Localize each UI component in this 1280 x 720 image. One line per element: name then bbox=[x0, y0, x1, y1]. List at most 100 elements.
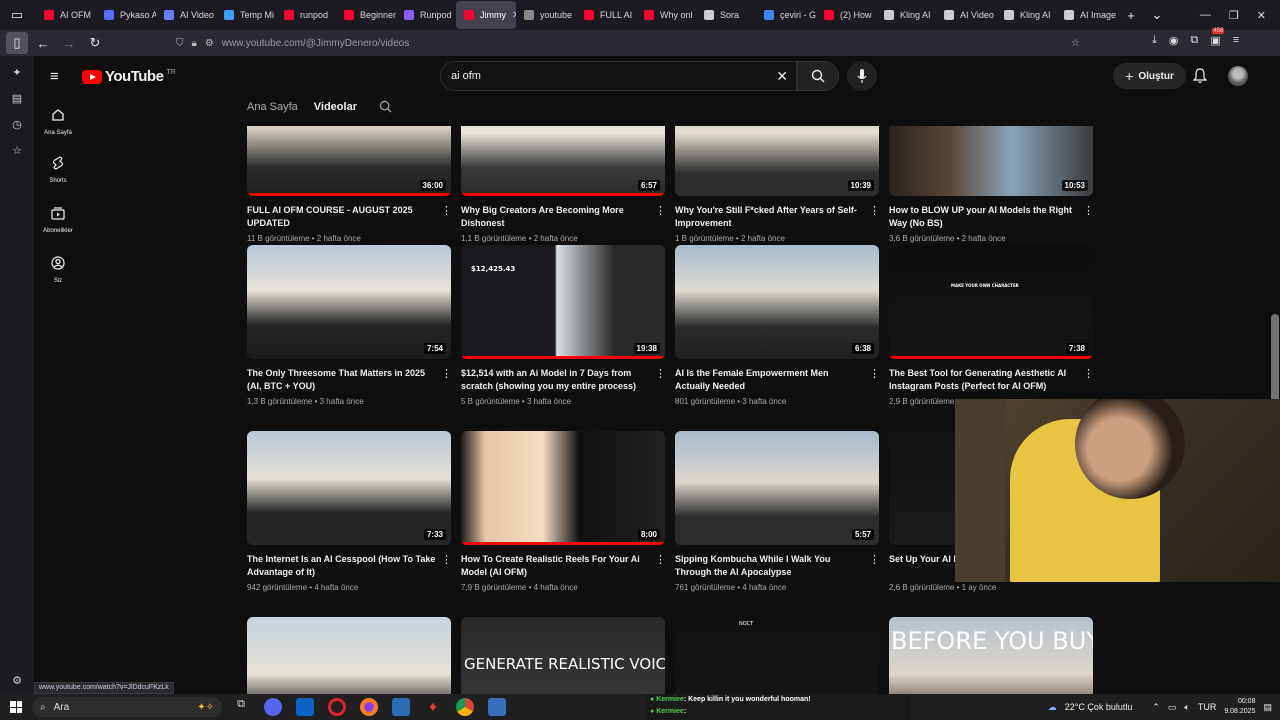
outlook-icon[interactable] bbox=[296, 698, 314, 716]
calculator-icon[interactable] bbox=[488, 698, 506, 716]
language-indicator[interactable]: TUR bbox=[1198, 702, 1217, 712]
lock-icon[interactable]: 🔒︎ bbox=[192, 38, 197, 49]
more-actions-icon[interactable]: ⋮ bbox=[1083, 367, 1094, 381]
browser-tab[interactable]: çeviri - G bbox=[756, 1, 816, 29]
back-icon[interactable]: ← bbox=[32, 32, 54, 54]
video-card[interactable]: 7:54 The Only Threesome That Matters in 2… bbox=[247, 245, 452, 406]
video-title[interactable]: $12,514 with an Ai Model in 7 Days from … bbox=[461, 367, 651, 393]
ai-chat-icon[interactable]: ✦ bbox=[9, 64, 25, 80]
discord-icon[interactable] bbox=[264, 698, 282, 716]
guide-item-abonelikler[interactable]: Abonelikler bbox=[34, 206, 82, 234]
video-thumbnail[interactable]: 10:53 bbox=[889, 126, 1093, 196]
url-bar[interactable]: ⛉ 🔒︎ ⚙︎ www.youtube.com/@JimmyDenero/vid… bbox=[176, 33, 1080, 53]
browser-tab[interactable]: Runpod bbox=[396, 1, 456, 29]
weather-text[interactable]: 22°C Çok bulutlu bbox=[1065, 702, 1133, 712]
video-title[interactable]: The Internet Is an AI Cesspool (How To T… bbox=[247, 553, 437, 579]
shield-icon[interactable]: ⛉ bbox=[176, 38, 184, 49]
more-actions-icon[interactable]: ⋮ bbox=[441, 367, 452, 381]
video-card[interactable]: MAKE YOUR OWN CHARACTER 7:38 The Best Tool… bbox=[889, 245, 1094, 406]
guide-item-siz[interactable]: Siz bbox=[34, 256, 82, 284]
guide-item-shorts[interactable]: Shorts bbox=[34, 156, 82, 184]
video-card[interactable] bbox=[247, 617, 451, 694]
video-card[interactable]: 6:38 AI Is the Female Empowerment Men Act… bbox=[675, 245, 880, 406]
synced-tabs-icon[interactable]: ▤ bbox=[9, 90, 25, 106]
tab-videos[interactable]: Videolar bbox=[314, 101, 357, 113]
browser-tab[interactable]: (2) How bbox=[816, 1, 876, 29]
account-icon[interactable]: ◉ bbox=[1169, 34, 1179, 47]
customize-icon[interactable]: ⚙ bbox=[9, 672, 25, 688]
channel-search-icon[interactable] bbox=[379, 100, 392, 113]
forward-icon[interactable]: → bbox=[58, 32, 80, 54]
page-settings-icon[interactable]: ⚙︎ bbox=[205, 38, 214, 49]
bookmark-star-icon[interactable]: ☆ bbox=[1071, 38, 1080, 49]
more-actions-icon[interactable]: ⋮ bbox=[869, 367, 880, 381]
video-card[interactable]: NOCT bbox=[675, 617, 879, 694]
voice-search-button[interactable] bbox=[847, 61, 877, 91]
app-window-icon[interactable] bbox=[392, 698, 410, 716]
browser-tab[interactable]: Jimmy✕ bbox=[456, 1, 516, 29]
bookmarks-icon[interactable]: ☆ bbox=[9, 142, 25, 158]
browser-tab[interactable]: Temp Mi bbox=[216, 1, 276, 29]
browser-tab[interactable]: FULL AI bbox=[576, 1, 636, 29]
downloads-icon[interactable]: ⤓ bbox=[1152, 34, 1157, 47]
menu-icon[interactable]: ≡ bbox=[1233, 34, 1239, 47]
tray-chevron-icon[interactable]: ⌃ bbox=[1152, 702, 1160, 713]
create-button[interactable]: + Oluştur bbox=[1113, 63, 1186, 89]
browser-tab[interactable]: Kling AI bbox=[876, 1, 936, 29]
video-card[interactable]: 6:57 Why Big Creators Are Becoming More D… bbox=[461, 126, 666, 243]
video-thumbnail[interactable]: NOCT bbox=[675, 617, 879, 694]
reload-icon[interactable]: ↻ bbox=[84, 32, 106, 54]
video-card[interactable]: 8:00 How To Create Realistic Reels For Yo… bbox=[461, 431, 666, 592]
search-button[interactable] bbox=[797, 61, 839, 91]
video-card[interactable]: 5:57 Sipping Kombucha While I Walk You Th… bbox=[675, 431, 880, 592]
video-thumbnail[interactable] bbox=[247, 617, 451, 694]
more-actions-icon[interactable]: ⋮ bbox=[655, 204, 666, 218]
search-input[interactable]: ai ofm ✕ bbox=[440, 61, 797, 91]
firefox-icon[interactable] bbox=[360, 698, 378, 716]
video-title[interactable]: AI Is the Female Empowerment Men Actuall… bbox=[675, 367, 865, 393]
video-thumbnail[interactable]: AI OFM FULL COURSE36:00 bbox=[247, 126, 451, 196]
more-actions-icon[interactable]: ⋮ bbox=[869, 204, 880, 218]
extension-badge[interactable]: ▣ 458 bbox=[1210, 28, 1225, 47]
video-title[interactable]: Why You're Still F*cked After Years of S… bbox=[675, 204, 865, 230]
browser-tab[interactable]: AI Video bbox=[156, 1, 216, 29]
taskbar-search[interactable]: ⌕ Ara ✦✧ bbox=[32, 697, 222, 717]
notifications-icon[interactable]: ▤ bbox=[1263, 702, 1272, 713]
video-title[interactable]: FULL AI OFM COURSE - AUGUST 2025 UPDATED bbox=[247, 204, 437, 230]
guide-item-ana-sayfa[interactable]: Ana Sayfa bbox=[34, 108, 82, 136]
video-thumbnail[interactable]: 6:57 bbox=[461, 126, 665, 196]
browser-tab[interactable]: Why onl bbox=[636, 1, 696, 29]
browser-tab[interactable]: Beginner bbox=[336, 1, 396, 29]
browser-tab[interactable]: AI Video bbox=[936, 1, 996, 29]
video-title[interactable]: Sipping Kombucha While I Walk You Throug… bbox=[675, 553, 865, 579]
windows-start-icon[interactable] bbox=[10, 701, 22, 713]
close-window-icon[interactable]: ✕ bbox=[1257, 9, 1266, 22]
task-view-icon[interactable]: ⧉ bbox=[232, 698, 250, 716]
video-card[interactable]: AI OFM FULL COURSE36:00 FULL AI OFM COURS… bbox=[247, 126, 452, 243]
video-thumbnail[interactable]: GENERATE REALISTIC VOICES bbox=[461, 617, 665, 694]
tab-list-chevron-icon[interactable]: ⌄ bbox=[1146, 4, 1168, 26]
new-tab-icon[interactable]: + bbox=[1120, 4, 1142, 26]
restore-icon[interactable]: ❐ bbox=[1229, 9, 1239, 22]
video-thumbnail[interactable]: 5:57 bbox=[675, 431, 879, 545]
volume-icon[interactable]: 🔈︎ bbox=[1184, 702, 1189, 713]
browser-tab[interactable]: youtube bbox=[516, 1, 576, 29]
video-thumbnail[interactable]: BEFORE YOU BUY bbox=[889, 617, 1093, 694]
chrome-icon[interactable] bbox=[456, 698, 474, 716]
video-title[interactable]: Why Big Creators Are Becoming More Disho… bbox=[461, 204, 651, 230]
network-icon[interactable]: ▭ bbox=[1168, 702, 1177, 713]
video-card[interactable]: 10:53 How to BLOW UP your AI Models the R… bbox=[889, 126, 1094, 243]
video-title[interactable]: How to BLOW UP your AI Models the Right … bbox=[889, 204, 1079, 230]
pin-app-icon[interactable]: ♦ bbox=[424, 698, 442, 716]
extensions-icon[interactable]: ⧉ bbox=[1190, 34, 1198, 47]
url-text[interactable]: www.youtube.com/@JimmyDenero/videos bbox=[222, 38, 409, 49]
weather-icon[interactable]: ☁ bbox=[1048, 702, 1057, 713]
video-thumbnail[interactable]: 10:39 bbox=[675, 126, 879, 196]
video-thumbnail[interactable]: $12,425.43 19:38 bbox=[461, 245, 665, 359]
video-card[interactable]: 7:33 The Internet Is an AI Cesspool (How … bbox=[247, 431, 452, 592]
video-thumbnail[interactable]: 7:33 bbox=[247, 431, 451, 545]
browser-tab[interactable]: Sora bbox=[696, 1, 756, 29]
clock[interactable]: 00:08 9.08.2025 bbox=[1224, 697, 1255, 717]
video-title[interactable]: The Best Tool for Generating Aesthetic A… bbox=[889, 367, 1079, 393]
video-card[interactable]: GENERATE REALISTIC VOICES bbox=[461, 617, 665, 694]
